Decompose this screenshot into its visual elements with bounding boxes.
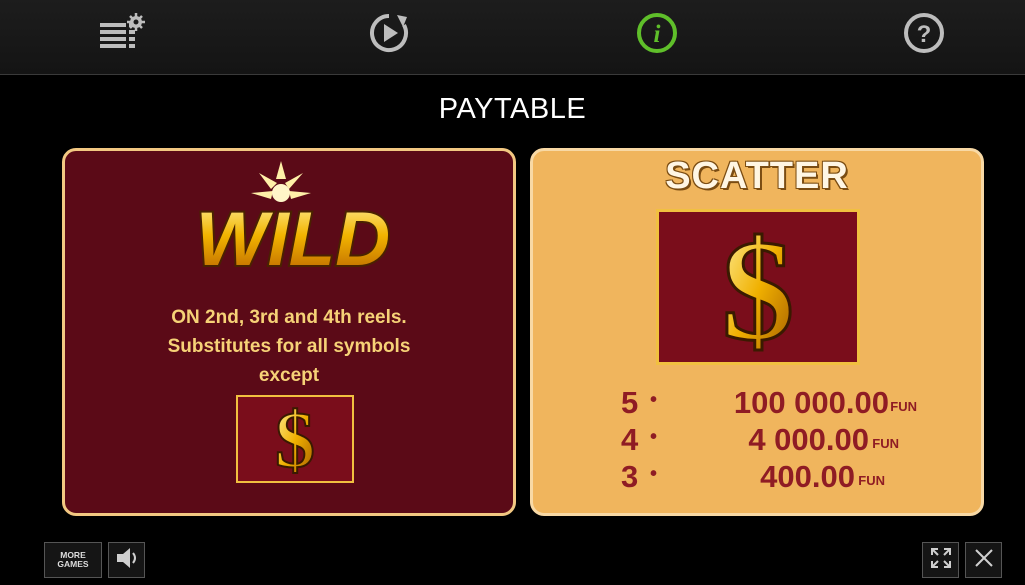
dollar-sign-icon: $ (260, 396, 330, 486)
wild-description: ON 2nd, 3rd and 4th reels. Substitutes f… (65, 303, 513, 390)
settings-stack-icon (96, 13, 148, 53)
speaker-icon (115, 547, 139, 574)
svg-text:$: $ (275, 397, 315, 477)
payout-bullet: • (650, 463, 658, 485)
payout-value: 4 000.00 (748, 422, 869, 457)
payout-count: 3 (621, 459, 639, 494)
payout-currency: FUN (858, 473, 885, 488)
payout-row: 5 • 100 000.00 FUN (533, 385, 981, 420)
top-toolbar: i ? (0, 0, 1025, 75)
page-title: PAYTABLE (438, 93, 587, 125)
payout-value: 100 000.00 (733, 385, 889, 420)
settings-button[interactable] (94, 10, 150, 56)
fullscreen-button[interactable] (922, 542, 959, 578)
scatter-title: SCATTER (665, 155, 849, 197)
more-games-label-line2: GAMES (57, 559, 89, 569)
help-button[interactable]: ? (896, 10, 952, 56)
autoplay-button[interactable] (361, 10, 417, 56)
scatter-panel: SCATTER $ 5 • 100 000.00 FUN 4 • 4 000.0… (530, 148, 984, 516)
wild-panel: WILD ON 2nd, 3rd and 4th reels. Substitu… (62, 148, 516, 516)
info-icon: i (635, 11, 679, 55)
excluded-scatter-symbol: $ (236, 395, 354, 486)
fullscreen-icon (930, 547, 952, 574)
more-games-button[interactable]: MORE GAMES (44, 542, 102, 578)
scatter-symbol: $ (656, 209, 860, 372)
svg-text:i: i (654, 21, 661, 48)
payout-currency: FUN (890, 399, 917, 414)
payout-currency: FUN (872, 436, 899, 451)
close-button[interactable] (965, 542, 1002, 578)
info-button[interactable]: i (629, 10, 685, 56)
autoplay-icon (367, 11, 411, 55)
help-icon: ? (902, 11, 946, 55)
payout-value: 400.00 (760, 459, 855, 494)
payout-bullet: • (650, 389, 658, 411)
wild-description-line: ON 2nd, 3rd and 4th reels. (171, 307, 407, 328)
payout-count: 4 (621, 422, 639, 457)
payout-count: 5 (621, 385, 639, 420)
svg-text:?: ? (917, 21, 932, 48)
sound-button[interactable] (108, 542, 145, 578)
wild-description-line: except (258, 365, 320, 386)
svg-text:$: $ (722, 215, 795, 355)
close-icon (973, 547, 995, 574)
payout-row: 4 • 4 000.00 FUN (533, 422, 981, 457)
wild-logo-text: WILD (196, 197, 390, 282)
payout-row: 3 • 400.00 FUN (533, 459, 981, 494)
dollar-sign-icon: $ (693, 209, 823, 372)
wild-description-line: Substitutes for all symbols (167, 336, 411, 357)
wild-logo: WILD (173, 157, 413, 292)
payout-bullet: • (650, 426, 658, 448)
